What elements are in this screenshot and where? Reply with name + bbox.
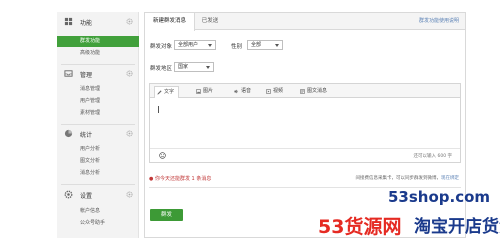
editor-footer: 还可以输入 600 字 [150, 148, 460, 162]
message-editor: 文字 图片 语音 视频 图文消息 还可以输入 600 字 [149, 83, 461, 163]
gear-icon[interactable] [126, 18, 133, 25]
sidebar-item-account-info[interactable]: 帐户信息 [57, 206, 139, 217]
editor-tab-label: 图文消息 [307, 88, 328, 94]
bind-now-link[interactable]: 现在绑定 [441, 176, 459, 181]
gear-icon[interactable] [126, 191, 133, 198]
sidebar-section-label: 设置 [80, 193, 93, 200]
pie-chart-icon [64, 129, 73, 138]
sidebar-item-message-analysis[interactable]: 消息分析 [57, 168, 139, 179]
inbox-icon [64, 70, 73, 77]
svg-text:53货源网: 53货源网 [318, 215, 401, 238]
divider [61, 184, 135, 185]
tab-sent[interactable]: 已发送 [197, 13, 223, 30]
weibo-sync-note: 间接费信息采集卡，可以同步群发到微博，现在绑定 [356, 175, 460, 181]
image-icon [196, 88, 201, 94]
sidebar-section-label: 管理 [80, 72, 93, 79]
sidebar-section-label: 功能 [80, 20, 93, 27]
editor-tab-image[interactable]: 图片 [194, 86, 213, 96]
editor-tab-article[interactable]: 图文消息 [298, 86, 327, 96]
editor-toolbar: 文字 图片 语音 视频 图文消息 [150, 84, 460, 98]
tab-new-message[interactable]: 新建群发消息 [145, 13, 195, 31]
svg-text:53shop.com: 53shop.com [388, 188, 490, 206]
grid-icon [64, 17, 73, 26]
help-link[interactable]: 群发功能使用说明 [419, 13, 459, 30]
sidebar: 功能 群发功能 高级功能 管理 消息管理 用户管理 素材管理 统计 用户分析 图… [57, 12, 139, 238]
editor-tab-voice[interactable]: 语音 [232, 86, 251, 96]
region-select[interactable]: 国家 [174, 62, 214, 72]
text-cursor [158, 106, 159, 113]
sidebar-section-features[interactable]: 功能 [57, 14, 139, 30]
sidebar-item-advanced[interactable]: 高级功能 [57, 48, 139, 59]
article-icon [300, 88, 305, 94]
quota-warning-text: 你今天还能群发 1 条消息 [154, 176, 212, 182]
char-counter: 还可以输入 600 字 [413, 154, 452, 159]
gear-icon[interactable] [126, 70, 133, 77]
chevron-down-icon [206, 66, 210, 69]
editor-tab-label: 语音 [241, 88, 252, 94]
message-textarea[interactable]: 还可以输入 600 字 [150, 98, 460, 162]
watermark-logo: 53shop.com 53货源网 淘宝开店货源 [318, 188, 500, 238]
sidebar-section-management[interactable]: 管理 [57, 66, 139, 82]
divider [61, 64, 135, 65]
gender-select[interactable]: 全部 [247, 40, 283, 50]
chevron-down-icon [275, 44, 279, 47]
warning-icon: ● [149, 176, 154, 182]
region-label: 群发地区 [150, 66, 173, 72]
editor-tab-text[interactable]: 文字 [154, 86, 180, 98]
target-label: 群发对象 [150, 44, 173, 50]
sidebar-section-label: 统计 [80, 132, 93, 139]
divider [61, 124, 135, 125]
quota-warning: ● 你今天还能群发 1 条消息 [149, 175, 211, 182]
settings-icon [64, 190, 73, 199]
editor-tab-label: 视频 [273, 88, 284, 94]
send-button[interactable]: 群发 [150, 209, 183, 221]
gender-select-value: 全部 [251, 42, 262, 48]
sidebar-section-settings[interactable]: 设置 [57, 187, 139, 203]
target-select[interactable]: 全部用户 [174, 40, 216, 50]
region-select-value: 国家 [178, 64, 189, 70]
tab-bar: 新建群发消息 已发送 群发功能使用说明 [145, 13, 465, 31]
sidebar-section-stats[interactable]: 统计 [57, 126, 139, 142]
sidebar-item-users[interactable]: 用户管理 [57, 96, 139, 107]
sidebar-item-mass-send[interactable]: 群发功能 [57, 36, 139, 47]
sidebar-item-article-analysis[interactable]: 图文分析 [57, 156, 139, 167]
svg-text:淘宝开店货源: 淘宝开店货源 [414, 216, 500, 237]
video-icon [266, 88, 271, 94]
editor-tab-label: 文字 [164, 89, 175, 95]
editor-tab-label: 图片 [203, 88, 214, 94]
speaker-icon [234, 89, 239, 93]
chevron-down-icon [208, 44, 212, 47]
gear-icon[interactable] [126, 130, 133, 137]
weibo-sync-text: 间接费信息采集卡，可以同步群发到微博， [355, 176, 442, 181]
target-select-value: 全部用户 [178, 42, 199, 48]
gender-label: 性别 [231, 44, 243, 50]
sidebar-item-materials[interactable]: 素材管理 [57, 108, 139, 119]
pencil-icon [157, 89, 162, 95]
sidebar-item-messages[interactable]: 消息管理 [57, 84, 139, 95]
sidebar-item-user-analysis[interactable]: 用户分析 [57, 144, 139, 155]
editor-tab-video[interactable]: 视频 [264, 86, 283, 96]
sidebar-item-assistant[interactable]: 公众号助手 [57, 218, 139, 229]
emoji-icon[interactable] [159, 152, 166, 159]
